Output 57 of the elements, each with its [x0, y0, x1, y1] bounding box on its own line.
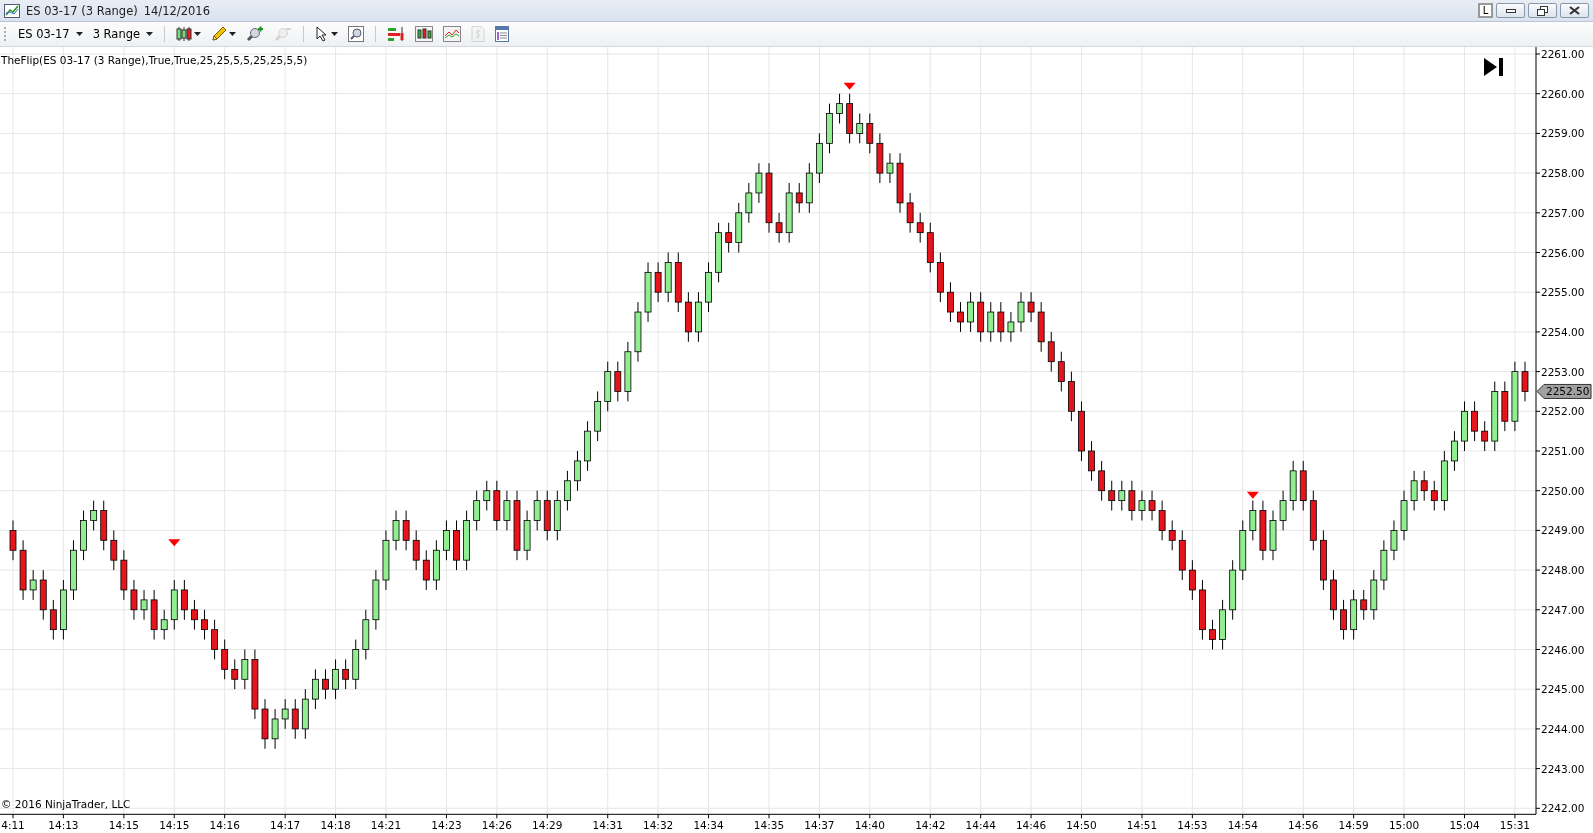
price-label: 2243.00 [1541, 762, 1585, 775]
instrument-dropdown[interactable]: ES 03-17 [15, 27, 86, 41]
price-label: 2260.00 [1541, 87, 1585, 100]
time-label: 14:51 [1126, 819, 1158, 832]
price-label: 2252.00 [1541, 405, 1585, 418]
price-label: 2249.00 [1541, 524, 1585, 537]
price-label: 2242.00 [1541, 802, 1585, 815]
window-title: ES 03-17 (3 Range) [26, 3, 138, 18]
price-label: 2244.00 [1541, 722, 1585, 735]
interval-dropdown[interactable]: 3 Range [89, 27, 157, 41]
price-label: 2246.00 [1541, 643, 1585, 656]
price-label: 2250.00 [1541, 484, 1585, 497]
time-label: 14:18 [320, 819, 351, 832]
time-label: 14:50 [1066, 819, 1097, 832]
time-label: 14:54 [1227, 819, 1258, 832]
indicator-label: TheFlip(ES 03-17 (3 Range),True,True,25,25,5,5,25,25,5,5) [1, 54, 308, 66]
time-label: 14:32 [643, 819, 674, 832]
time-label: 14:31 [592, 819, 623, 832]
price-label: 2245.00 [1541, 683, 1585, 696]
price-label: 2255.00 [1541, 286, 1585, 299]
link-button[interactable]: L [1478, 3, 1493, 18]
time-label: 14:23 [431, 819, 462, 832]
price-label: 2261.00 [1541, 48, 1585, 60]
time-label: 14:29 [532, 819, 563, 832]
price-label: 2259.00 [1541, 127, 1585, 140]
time-label: 4:11 [1, 819, 25, 832]
time-label: 14:15 [159, 819, 190, 832]
time-label: 14:44 [965, 819, 996, 832]
time-label: 14:37 [804, 819, 835, 832]
time-label: 14:46 [1015, 819, 1047, 832]
time-label: 14:56 [1288, 819, 1319, 832]
time-label: 15:00 [1388, 819, 1420, 832]
time-label: 14:35 [753, 819, 785, 832]
last-price-tag: 2252.50 [1536, 383, 1592, 399]
price-label: 2257.00 [1541, 206, 1585, 219]
time-label: 14:42 [915, 819, 946, 832]
price-label: 2247.00 [1541, 603, 1585, 616]
price-label: 2253.00 [1541, 365, 1585, 378]
time-label: 14:21 [370, 819, 402, 832]
price-label: 2258.00 [1541, 167, 1585, 180]
time-label: 14:40 [854, 819, 885, 832]
time-label: 14:13 [48, 819, 79, 832]
time-label: 14:16 [209, 819, 240, 832]
time-label: 14:26 [481, 819, 512, 832]
price-label: 2251.00 [1541, 445, 1585, 457]
time-label: 15:31 [1499, 819, 1531, 832]
time-label: 14:34 [693, 819, 724, 832]
price-label: 2254.00 [1541, 325, 1585, 338]
copyright-text: © 2016 NinjaTrader, LLC [1, 798, 131, 811]
price-label: 2248.00 [1541, 564, 1585, 577]
time-label: 14:17 [270, 819, 301, 832]
window-date: 14/12/2016 [143, 3, 210, 18]
time-label: 14:53 [1177, 819, 1208, 832]
time-label: 15:04 [1449, 819, 1480, 832]
price-label: 2256.00 [1541, 246, 1585, 259]
time-label: 14:15 [108, 819, 139, 832]
time-label: 14:59 [1338, 819, 1369, 832]
